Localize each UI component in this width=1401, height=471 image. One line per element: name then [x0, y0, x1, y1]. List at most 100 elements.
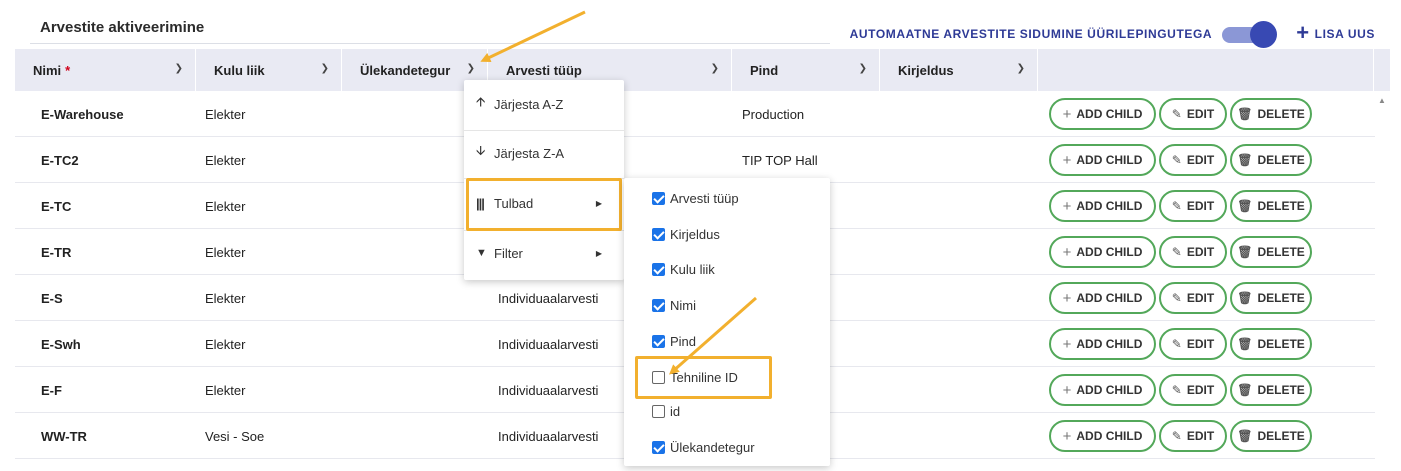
chevron-down-icon[interactable]: ❯: [467, 63, 475, 74]
chevron-down-icon[interactable]: ❯: [175, 63, 183, 74]
checkbox-checked-icon[interactable]: [652, 191, 665, 205]
trash-icon: 🗑: [1237, 383, 1253, 397]
plus-icon: +: [1062, 243, 1072, 261]
plus-icon: +: [1062, 289, 1072, 307]
column-header-nimi[interactable]: Nimi * ❯: [15, 49, 196, 91]
toggle-knob: [1250, 21, 1278, 48]
cell-cost-type: Vesi - Soe: [205, 428, 265, 444]
delete-button[interactable]: 🗑 DELETE: [1230, 144, 1312, 176]
chevron-down-icon[interactable]: ❯: [321, 63, 329, 74]
edit-button[interactable]: ✎ EDIT: [1159, 328, 1227, 360]
button-label: DELETE: [1257, 199, 1305, 213]
menu-divider: [464, 130, 624, 131]
trash-icon: 🗑: [1237, 107, 1253, 121]
pencil-icon: ✎: [1171, 429, 1182, 443]
button-label: DELETE: [1257, 337, 1305, 351]
chevron-down-icon[interactable]: ❯: [859, 63, 867, 74]
checkbox-checked-icon[interactable]: [652, 262, 665, 276]
edit-button[interactable]: ✎ EDIT: [1159, 190, 1227, 222]
menu-sort-desc[interactable]: 🡫 Järjesta Z-A: [464, 133, 624, 173]
add-new-label: LISA UUS: [1314, 27, 1375, 41]
add-new-button[interactable]: + LISA UUS: [1296, 22, 1375, 44]
cell-meter-type: Individuaalarvesti: [498, 382, 599, 398]
cell-cost-type: Elekter: [205, 382, 246, 398]
edit-button[interactable]: ✎ EDIT: [1159, 144, 1227, 176]
cell-cost-type: Elekter: [205, 244, 246, 260]
column-toggle-item[interactable]: Nimi: [652, 293, 696, 317]
button-label: EDIT: [1186, 199, 1215, 213]
chevron-down-icon[interactable]: ❯: [711, 63, 719, 74]
column-toggle-item[interactable]: id: [652, 399, 680, 423]
required-mark: *: [65, 62, 71, 78]
column-toggle-label: Ülekandetegur: [670, 439, 755, 455]
add-child-button[interactable]: + ADD CHILD: [1049, 374, 1156, 406]
edit-button[interactable]: ✎ EDIT: [1159, 282, 1227, 314]
table-row: E-Warehouse Elekter Production + ADD CHI…: [15, 91, 1375, 137]
button-label: DELETE: [1257, 107, 1305, 121]
pencil-icon: ✎: [1171, 153, 1182, 167]
pencil-icon: ✎: [1171, 383, 1182, 397]
edit-button[interactable]: ✎ EDIT: [1159, 236, 1227, 268]
highlight-columns-item: [466, 178, 622, 231]
checkbox-checked-icon[interactable]: [652, 334, 665, 348]
column-header-kulu-liik[interactable]: Kulu liik ❯: [196, 49, 342, 91]
column-toggle-item[interactable]: Kirjeldus: [652, 222, 720, 246]
add-child-button[interactable]: + ADD CHILD: [1049, 190, 1156, 222]
column-header-pind[interactable]: Pind ❯: [732, 49, 880, 91]
add-child-button[interactable]: + ADD CHILD: [1049, 98, 1156, 130]
trash-icon: 🗑: [1237, 429, 1253, 443]
edit-button[interactable]: ✎ EDIT: [1159, 420, 1227, 452]
delete-button[interactable]: 🗑 DELETE: [1230, 98, 1312, 130]
delete-button[interactable]: 🗑 DELETE: [1230, 190, 1312, 222]
menu-filter[interactable]: ▼ Filter ▶: [464, 233, 624, 273]
cell-name: WW-TR: [41, 428, 87, 444]
cell-name: E-Swh: [41, 336, 81, 352]
pencil-icon: ✎: [1171, 291, 1182, 305]
menu-sort-asc[interactable]: 🡩 Järjesta A-Z: [464, 84, 624, 124]
checkbox-unchecked-icon[interactable]: [652, 404, 665, 418]
table-row: E-TC2 Elekter TIP TOP Hall + ADD CHILD ✎…: [15, 137, 1375, 183]
edit-button[interactable]: ✎ EDIT: [1159, 98, 1227, 130]
column-header-label: Ülekandetegur: [360, 62, 451, 78]
cell-cost-type: Elekter: [205, 336, 246, 352]
trash-icon: 🗑: [1237, 291, 1253, 305]
auto-link-label: AUTOMAATNE ARVESTITE SIDUMINE ÜÜRILEPING…: [849, 27, 1213, 41]
delete-button[interactable]: 🗑 DELETE: [1230, 282, 1312, 314]
toolbar: AUTOMAATNE ARVESTITE SIDUMINE ÜÜRILEPING…: [850, 20, 1375, 48]
button-label: EDIT: [1186, 107, 1215, 121]
add-child-button[interactable]: + ADD CHILD: [1049, 420, 1156, 452]
cell-cost-type: Elekter: [205, 152, 246, 168]
menu-item-label: Järjesta Z-A: [494, 145, 565, 161]
checkbox-checked-icon[interactable]: [652, 227, 665, 241]
checkbox-checked-icon[interactable]: [652, 298, 665, 312]
cell-cost-type: Elekter: [205, 198, 246, 214]
column-toggle-item[interactable]: Arvesti tüüp: [652, 186, 739, 210]
column-header-kirjeldus[interactable]: Kirjeldus ❯: [880, 49, 1038, 91]
button-label: ADD CHILD: [1076, 153, 1143, 167]
delete-button[interactable]: 🗑 DELETE: [1230, 236, 1312, 268]
auto-link-toggle[interactable]: [1222, 21, 1278, 48]
edit-button[interactable]: ✎ EDIT: [1159, 374, 1227, 406]
add-child-button[interactable]: + ADD CHILD: [1049, 328, 1156, 360]
delete-button[interactable]: 🗑 DELETE: [1230, 328, 1312, 360]
button-label: ADD CHILD: [1076, 383, 1143, 397]
add-child-button[interactable]: + ADD CHILD: [1049, 144, 1156, 176]
cell-meter-type: Individuaalarvesti: [498, 336, 599, 352]
plus-icon: +: [1062, 197, 1072, 215]
column-toggle-item[interactable]: Pind: [652, 329, 696, 353]
chevron-down-icon[interactable]: ❯: [1017, 63, 1025, 74]
scroll-up-icon[interactable]: ▲: [1378, 96, 1386, 105]
delete-button[interactable]: 🗑 DELETE: [1230, 374, 1312, 406]
add-child-button[interactable]: + ADD CHILD: [1049, 236, 1156, 268]
column-header-label: Arvesti tüüp: [506, 62, 582, 78]
column-toggle-item[interactable]: Ülekandetegur: [652, 435, 755, 459]
checkbox-checked-icon[interactable]: [652, 440, 665, 454]
button-label: ADD CHILD: [1076, 245, 1143, 259]
delete-button[interactable]: 🗑 DELETE: [1230, 420, 1312, 452]
cell-area: TIP TOP Hall: [742, 152, 818, 168]
column-toggle-label: id: [670, 403, 681, 419]
add-child-button[interactable]: + ADD CHILD: [1049, 282, 1156, 314]
cell-area: Production: [742, 106, 805, 122]
column-toggle-item[interactable]: Kulu liik: [652, 257, 715, 281]
arrow-up-icon: 🡩: [476, 94, 486, 109]
